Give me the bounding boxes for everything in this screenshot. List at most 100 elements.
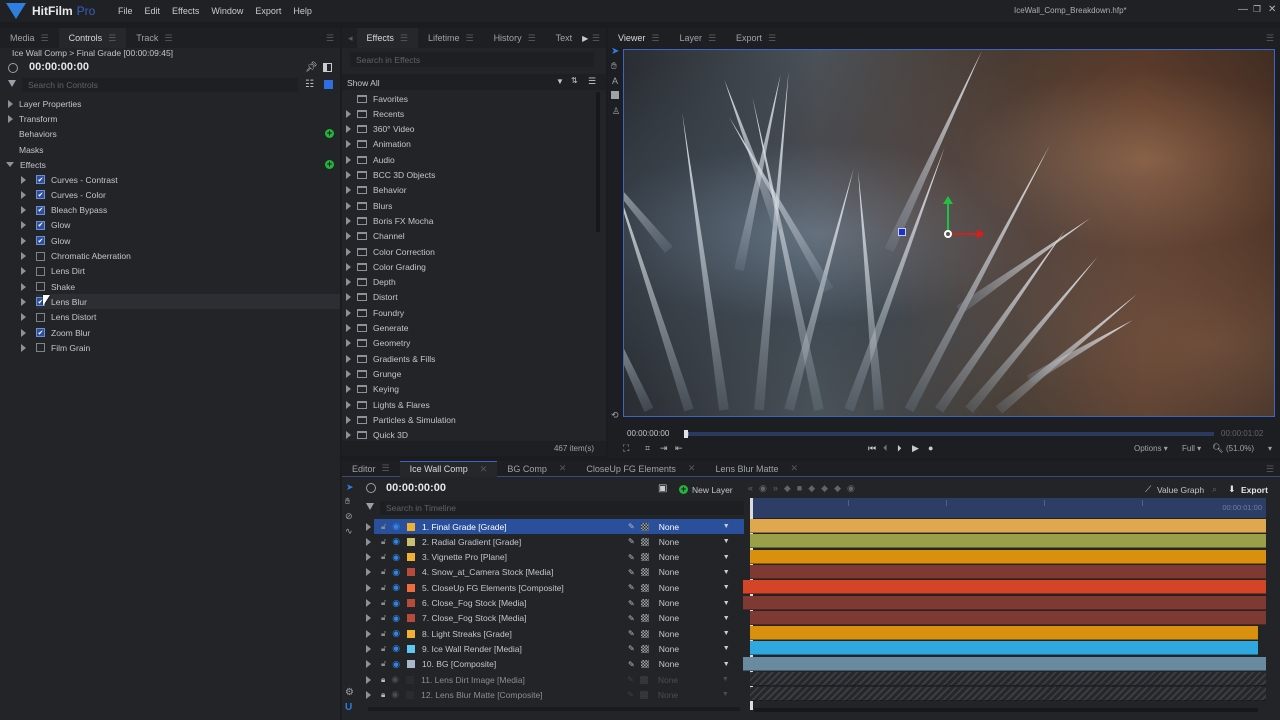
effects-folder[interactable]: Color Correction	[346, 244, 592, 259]
effect-item[interactable]: Lens Dirt	[0, 264, 340, 279]
new-layer-button[interactable]: New Layer	[692, 485, 733, 495]
layer-row[interactable]: 🔓︎ ◉ 1. Final Grade [Grade] ✎ None ▼	[366, 519, 744, 534]
effect-item[interactable]: ✔ Curves - Contrast	[0, 172, 340, 187]
section-layer-properties[interactable]: Layer Properties	[8, 96, 81, 111]
lock-icon[interactable]: 🔒︎	[381, 690, 385, 700]
layer-row[interactable]: 🔓︎ ◉ 6. Close_Fog Stock [Media] ✎ None ▼	[366, 596, 744, 611]
expand-icon[interactable]	[346, 125, 351, 134]
expand-icon[interactable]	[366, 537, 371, 546]
blend-mode-dropdown[interactable]: None	[659, 537, 723, 547]
layer-row[interactable]: 🔒︎ ◉ 12. Lens Blur Matte [Composite] ✎ N…	[366, 687, 744, 702]
expand-icon[interactable]	[366, 583, 371, 592]
pencil-icon[interactable]: ✎	[628, 629, 635, 638]
close-tab-icon[interactable]: ✕	[791, 463, 799, 474]
effects-folder[interactable]: Particles & Simulation	[346, 412, 592, 427]
close-tab-icon[interactable]: ✕	[559, 463, 567, 474]
lock-icon[interactable]: 🔒︎	[381, 675, 385, 685]
layer-row[interactable]: 🔓︎ ◉ 5. CloseUp FG Elements [Composite] …	[366, 580, 744, 595]
layer-color-swatch[interactable]	[407, 614, 416, 623]
tab-menu-icon[interactable]: ☰	[651, 33, 659, 44]
lock-icon[interactable]: 🔓︎	[381, 552, 386, 562]
tab-track[interactable]: Track ☰	[126, 28, 182, 48]
tab-menu-icon[interactable]: ☰	[164, 33, 172, 44]
hand-tool-icon[interactable]: ✋︎	[345, 496, 350, 507]
effects-folder[interactable]: Audio	[346, 152, 592, 167]
eye-icon[interactable]: ◉	[392, 613, 400, 624]
tab-editor[interactable]: Editor ☰	[342, 461, 400, 477]
dropdown-arrow-icon[interactable]: ▼	[723, 584, 730, 591]
expand-icon[interactable]	[346, 369, 351, 378]
blend-mode-dropdown[interactable]: None	[659, 583, 723, 593]
settings-gear-icon[interactable]: ⚙	[345, 687, 354, 698]
section-transform[interactable]: Transform	[8, 111, 57, 126]
dropdown-arrow-icon[interactable]: ▼	[556, 77, 564, 86]
expand-icon[interactable]	[346, 109, 351, 118]
timeline-ruler[interactable]: 00:00:01:00	[750, 498, 1266, 518]
pencil-icon[interactable]: ✎	[628, 522, 635, 531]
dropdown-arrow-icon[interactable]: ▼	[723, 600, 730, 607]
hand-tool-icon[interactable]: ✋︎	[611, 61, 617, 72]
paint-tool-icon[interactable]: ♙	[612, 106, 620, 117]
layer-row[interactable]: 🔓︎ ◉ 3. Vignette Pro [Plane] ✎ None ▼	[366, 550, 744, 565]
layer-row[interactable]: 🔒︎ ◉ 11. Lens Dirt Image [Media] ✎ None …	[366, 672, 744, 687]
timeline-scrollbar[interactable]	[754, 708, 1258, 712]
layer-row[interactable]: 🔓︎ ◉ 10. BG [Composite] ✎ None ▼	[366, 657, 744, 672]
rotate-view-icon[interactable]: ⟲	[611, 410, 619, 421]
composite-shot-icon[interactable]: ▣	[658, 483, 667, 494]
minimize-button[interactable]: —	[1238, 4, 1248, 15]
tab-closeup-fg-elements[interactable]: CloseUp FG Elements ✕	[576, 461, 705, 477]
effects-folder[interactable]: Foundry	[346, 305, 592, 320]
effect-enabled-checkbox[interactable]: ✔	[36, 328, 45, 337]
play-icon[interactable]: ▶	[912, 443, 919, 454]
effects-folder[interactable]: Keying	[346, 382, 592, 397]
effect-enabled-checkbox[interactable]: ✔	[36, 220, 45, 230]
section-masks[interactable]: Masks	[19, 142, 44, 157]
tab-text[interactable]: Text	[546, 28, 583, 48]
menu-help[interactable]: Help	[293, 6, 312, 16]
pin-icon[interactable]: 📌︎	[305, 62, 318, 73]
effect-item[interactable]: Chromatic Aberration	[0, 249, 340, 264]
pencil-icon[interactable]: ✎	[627, 675, 634, 684]
layer-bar[interactable]	[750, 519, 1266, 533]
expand-icon[interactable]	[346, 216, 351, 225]
blend-mode-dropdown[interactable]: None	[659, 659, 723, 669]
options-menu-icon[interactable]: ☰	[588, 76, 596, 87]
pencil-icon[interactable]: ✎	[627, 690, 634, 699]
menu-effects[interactable]: Effects	[172, 6, 199, 16]
effects-folder[interactable]: Behavior	[346, 183, 592, 198]
layer-color-swatch[interactable]	[406, 690, 415, 699]
show-all-dropdown[interactable]: Show All	[347, 78, 380, 88]
expand-icon[interactable]	[346, 171, 351, 179]
close-tab-icon[interactable]: ✕	[688, 463, 696, 474]
timeline-search-input[interactable]: Search in Timeline	[380, 501, 744, 515]
tab-layer[interactable]: Layer ☰	[669, 28, 726, 48]
quality-dropdown[interactable]: Full ▾	[1182, 444, 1201, 453]
lock-icon[interactable]: 🔓︎	[381, 537, 386, 547]
expand-icon[interactable]	[366, 522, 371, 531]
pencil-icon[interactable]: ✎	[628, 644, 635, 653]
lock-icon[interactable]: 🔓︎	[381, 583, 386, 593]
blend-mode-dropdown[interactable]: None	[659, 522, 723, 532]
lock-icon[interactable]: 🔓︎	[381, 613, 386, 623]
expand-icon[interactable]	[346, 278, 351, 287]
matte-icon[interactable]	[640, 522, 649, 531]
expand-icon[interactable]	[366, 675, 371, 684]
controls-search-input[interactable]: Search in Controls	[22, 78, 298, 92]
effect-item[interactable]: ✔ Glow	[0, 233, 340, 248]
expand-icon[interactable]	[346, 354, 351, 363]
effect-item[interactable]: ✔ Bleach Bypass	[0, 203, 340, 218]
layer-bar[interactable]	[750, 534, 1266, 549]
tab-lens-blur-matte[interactable]: Lens Blur Matte ✕	[705, 461, 808, 477]
pencil-icon[interactable]: ✎	[628, 660, 635, 669]
viewer-scrub-bar[interactable]	[684, 432, 1214, 436]
effects-folder[interactable]: Recents	[346, 106, 592, 121]
layer-bar[interactable]	[750, 610, 1266, 625]
expand-icon[interactable]	[366, 690, 371, 699]
value-graph-icon[interactable]: ⟋	[1145, 484, 1151, 495]
expand-icon[interactable]	[21, 221, 26, 230]
effects-folder[interactable]: BCC 3D Objects	[346, 168, 592, 183]
layer-color-swatch[interactable]	[407, 553, 416, 562]
tab-history[interactable]: History ☰	[484, 28, 546, 48]
expand-icon[interactable]	[346, 415, 351, 424]
expand-icon[interactable]	[21, 252, 26, 260]
